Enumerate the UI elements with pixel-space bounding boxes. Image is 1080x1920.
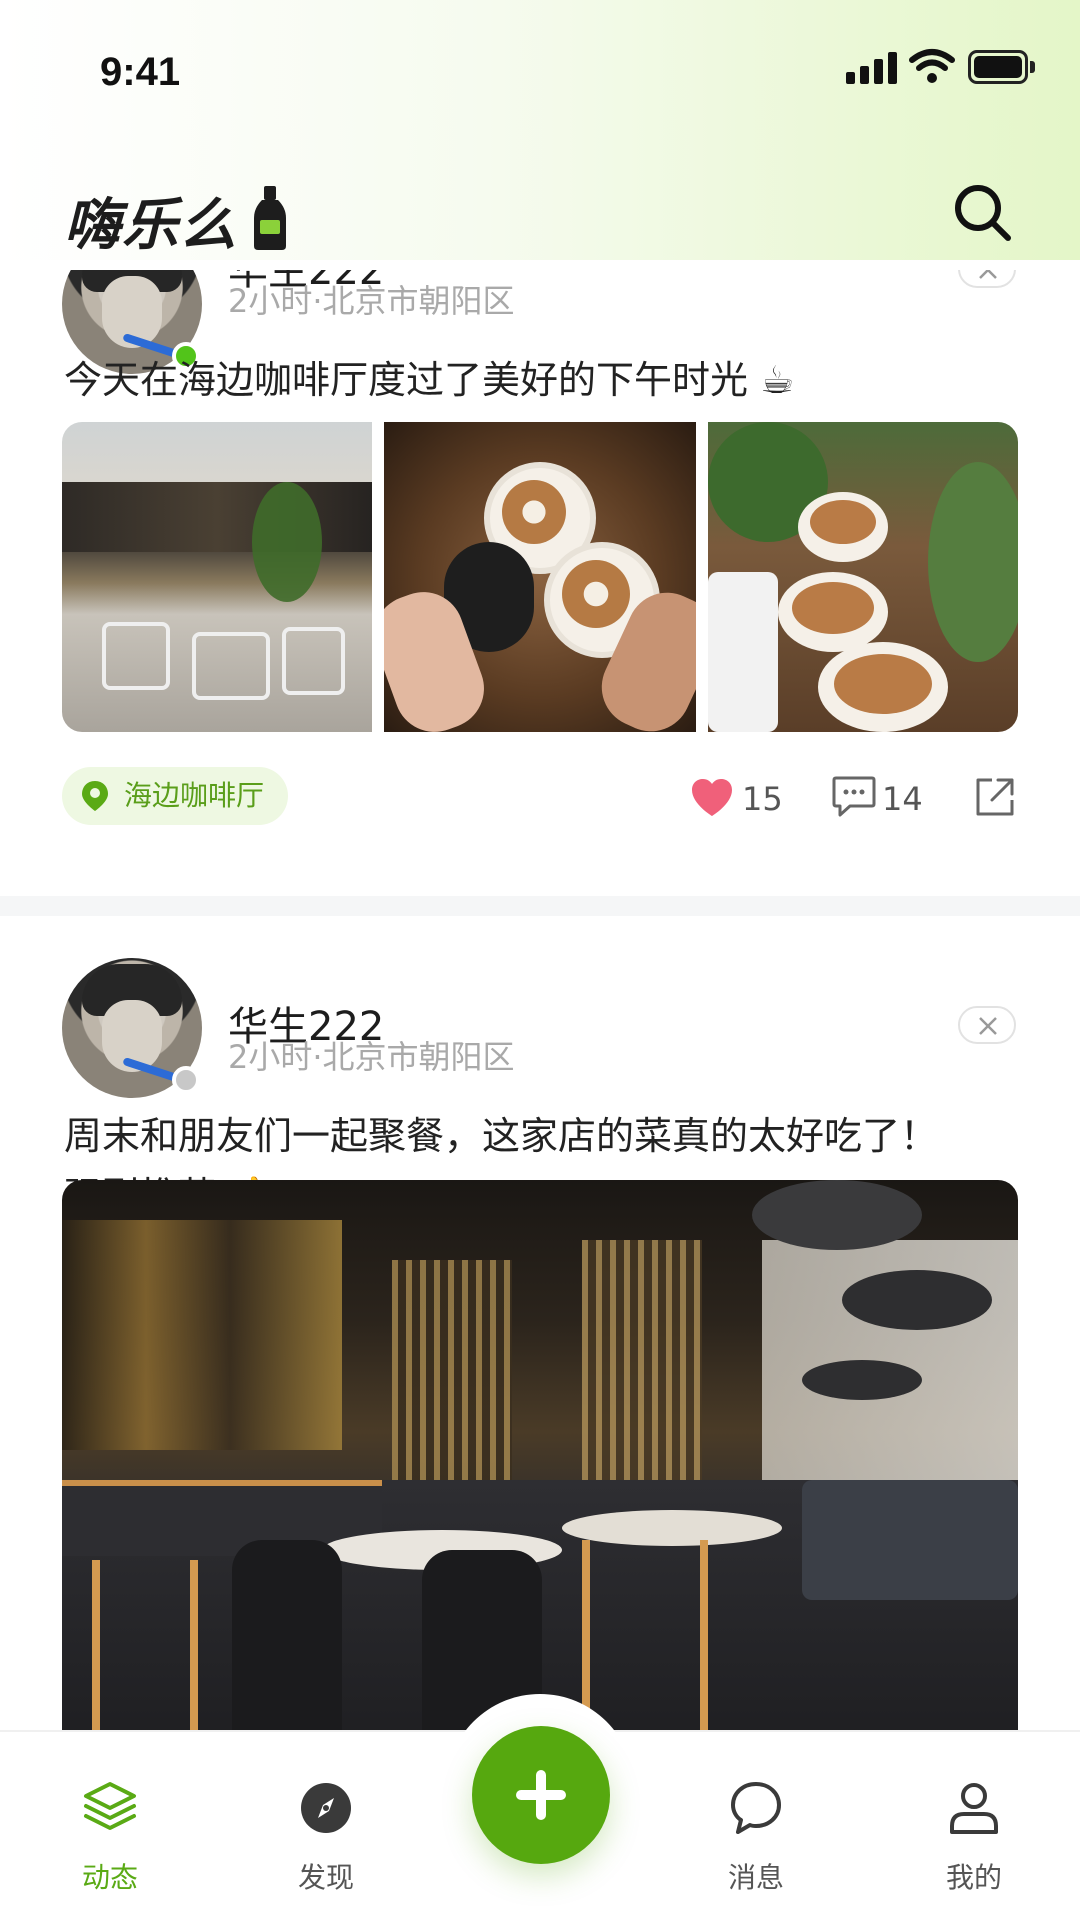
tab-label: 动态 — [81, 1861, 138, 1894]
chat-bubble-icon — [731, 1782, 781, 1834]
location-tag-label: 海边咖啡厅 — [124, 779, 265, 812]
post-photo-cafe-interior[interactable] — [62, 422, 372, 732]
tab-label: 我的 — [945, 1861, 1002, 1894]
app-logo-title: 嗨乐么 — [64, 193, 238, 258]
post-photo-coffee-cups-plants[interactable] — [708, 422, 1018, 732]
user-icon — [950, 1783, 998, 1834]
post-divider — [0, 896, 1080, 916]
location-pin-icon — [82, 781, 108, 811]
tab-label: 消息 — [727, 1861, 784, 1894]
close-icon — [979, 270, 997, 279]
offline-status-dot — [172, 1066, 200, 1094]
location-tag[interactable]: 海边咖啡厅 — [62, 767, 289, 825]
post-card[interactable]: 华生222 2小时·北京市朝阳区 周末和朋友们一起聚餐，这家店的菜真的太好吃了！… — [0, 916, 1080, 1732]
wifi-icon — [909, 49, 955, 83]
bottle-icon — [254, 186, 286, 250]
tab-profile[interactable]: 我的 — [904, 1760, 1044, 1894]
tab-label: 发现 — [297, 1861, 354, 1894]
post-text: 今天在海边咖啡厅度过了美好的下午时光 ☕ — [64, 358, 795, 402]
comment-icon[interactable] — [832, 776, 876, 818]
post-meta: 2小时·北京市朝阳区 — [228, 1038, 515, 1076]
tab-messages[interactable]: 消息 — [686, 1760, 826, 1894]
app-header: 嗨乐么 — [0, 150, 1080, 270]
like-count: 15 — [742, 780, 783, 818]
post-photo-coffee-cheers[interactable] — [384, 422, 696, 732]
search-icon[interactable] — [950, 180, 1014, 244]
post-text-line-1: 周末和朋友们一起聚餐，这家店的菜真的太好吃了！ — [64, 1114, 939, 1158]
dismiss-post-button[interactable] — [958, 270, 1016, 288]
tab-discover[interactable]: 发现 — [256, 1760, 396, 1894]
battery-icon — [968, 50, 1038, 84]
tab-feed[interactable]: 动态 — [40, 1760, 180, 1894]
status-bar: 9:41 — [0, 0, 1080, 130]
dismiss-post-button[interactable] — [958, 1006, 1016, 1044]
compass-icon — [301, 1783, 351, 1833]
layers-icon — [84, 1782, 136, 1830]
heart-icon[interactable] — [690, 778, 734, 818]
post-card[interactable]: 华生222 2小时·北京市朝阳区 今天在海边咖啡厅度过了美好的下午时光 ☕ 海边… — [0, 270, 1080, 888]
status-time: 9:41 — [100, 50, 181, 94]
share-icon[interactable] — [974, 776, 1016, 818]
post-meta: 2小时·北京市朝阳区 — [228, 282, 515, 320]
feed-list[interactable]: 华生222 2小时·北京市朝阳区 今天在海边咖啡厅度过了美好的下午时光 ☕ 海边… — [0, 270, 1080, 1732]
comment-count: 14 — [882, 780, 923, 818]
cellular-signal-icon — [846, 50, 898, 84]
close-icon — [979, 1017, 997, 1035]
create-post-button[interactable] — [472, 1726, 610, 1864]
post-photo-restaurant-interior[interactable] — [62, 1180, 1018, 1732]
